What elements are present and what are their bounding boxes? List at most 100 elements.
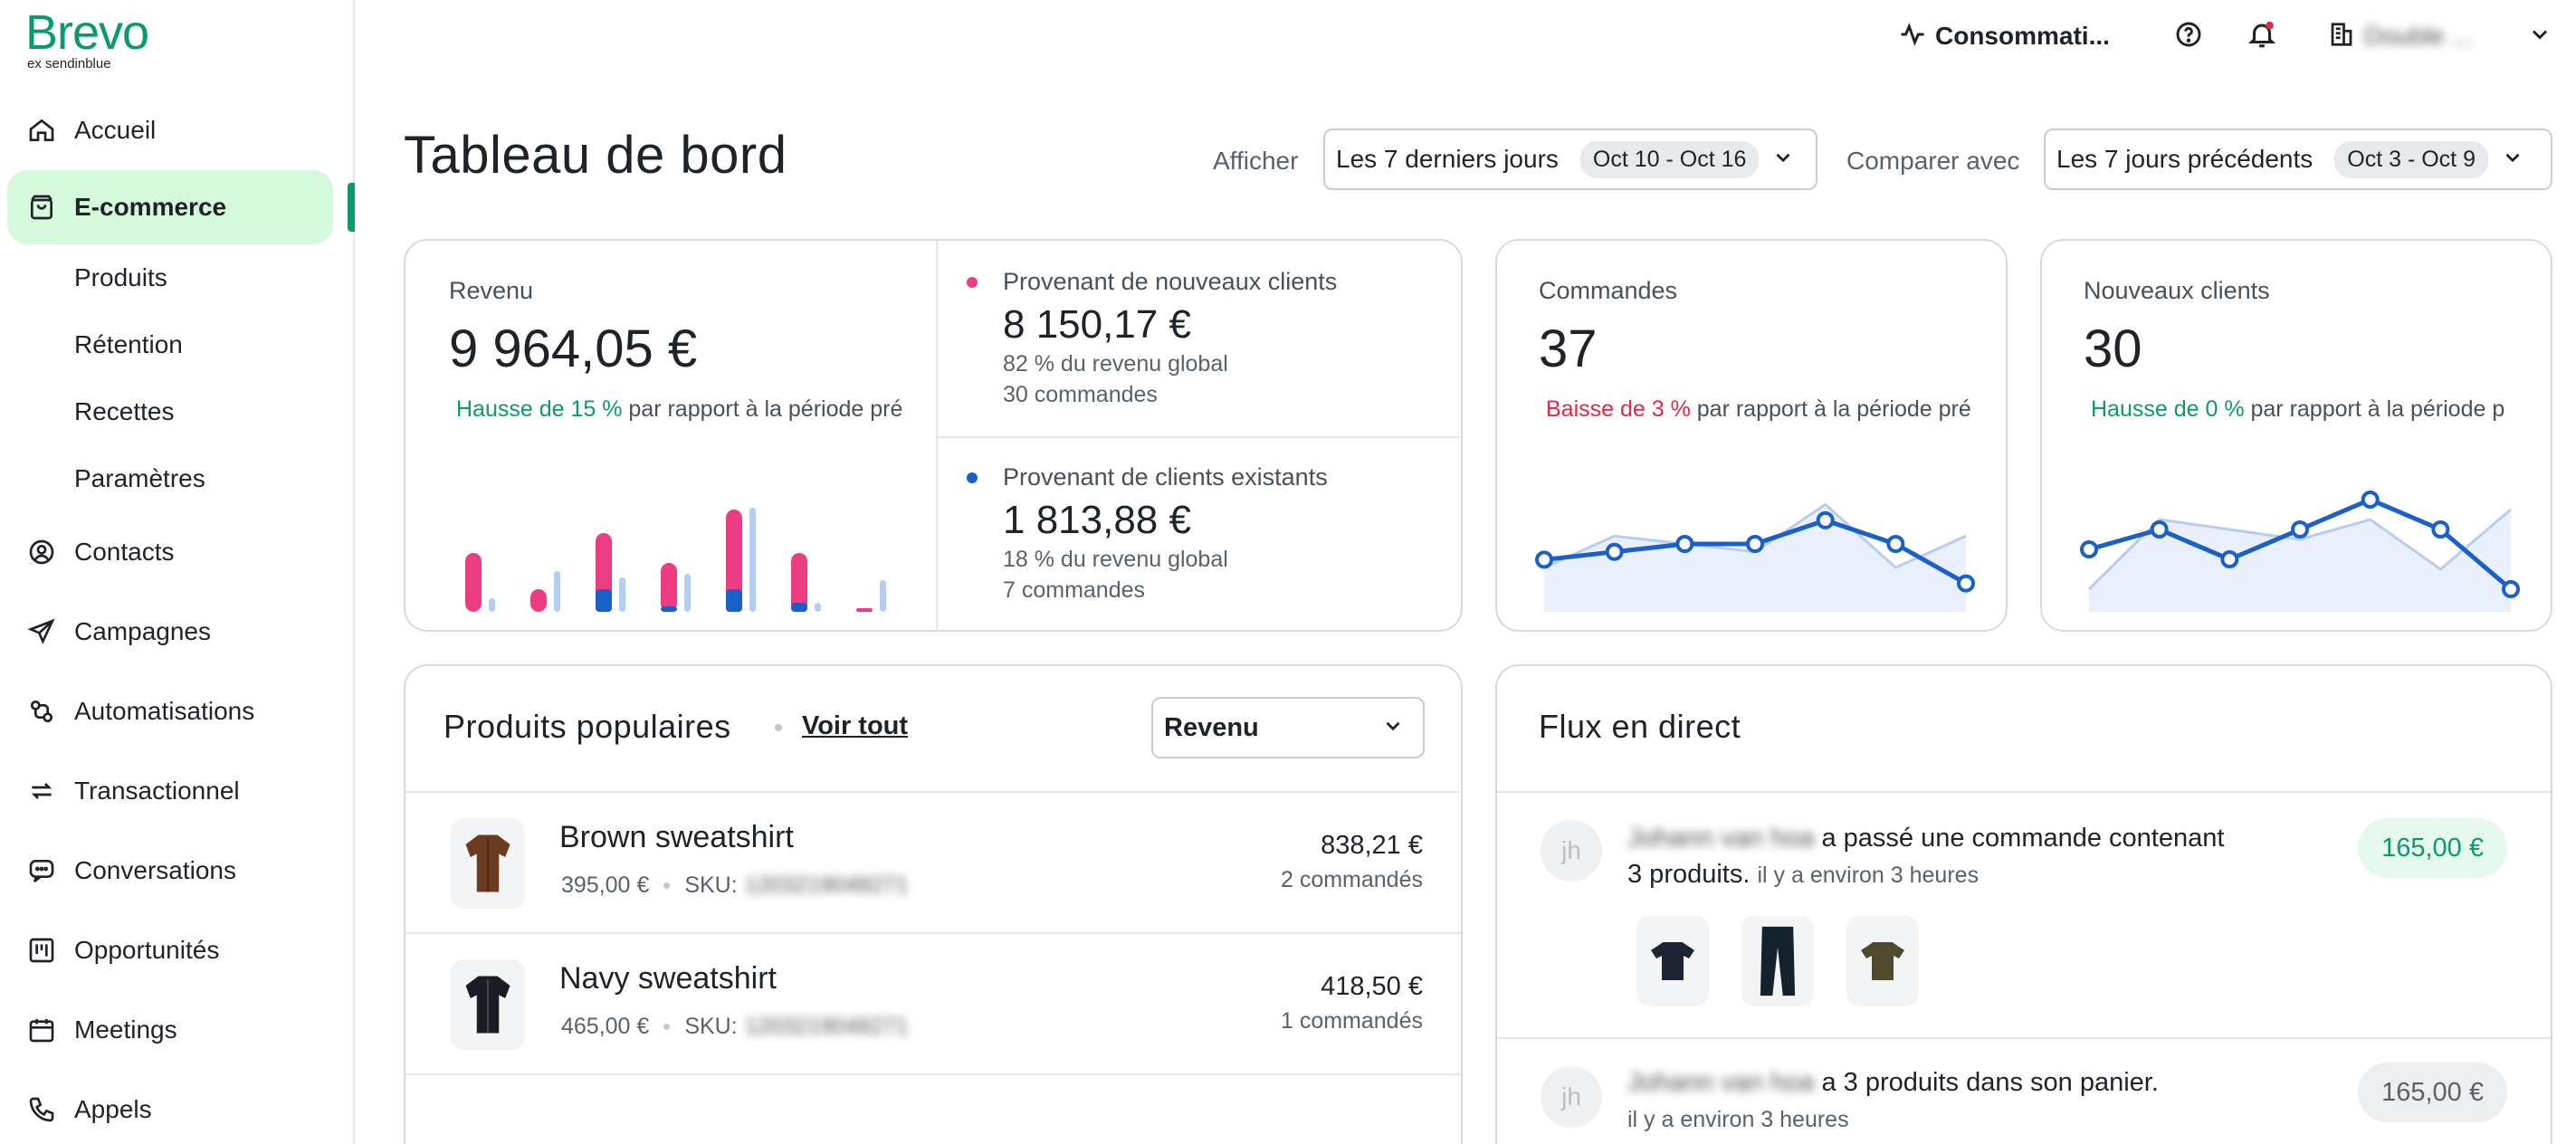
product-row[interactable]: Navy sweatshirt 465,00 € SKU: 1203219048… xyxy=(405,932,1461,1073)
bar-previous-period xyxy=(815,603,821,612)
sidebar-item-campagnes[interactable]: Campagnes xyxy=(0,592,355,672)
sidebar-item-label: Appels xyxy=(74,1095,152,1123)
sidebar-item-opportunites[interactable]: Opportunités xyxy=(0,910,355,990)
bar-new-clients xyxy=(465,553,482,612)
bar-previous-period xyxy=(489,598,495,612)
feed-action: a 3 produits dans son panier. xyxy=(1821,1068,2159,1097)
help-icon xyxy=(2174,20,2203,53)
help-button[interactable] xyxy=(2174,16,2203,56)
pants-icon xyxy=(1760,926,1796,996)
sidebar-item-label: Conversations xyxy=(74,856,236,884)
bar-new-clients xyxy=(661,563,677,612)
product-price: 465,00 € xyxy=(561,1014,650,1039)
activity-icon xyxy=(1899,21,1926,52)
notifications-button[interactable] xyxy=(2247,16,2277,56)
view-all-link[interactable]: Voir tout xyxy=(802,711,908,741)
product-meta: 465,00 € SKU: 1203219048271 xyxy=(561,1014,908,1040)
separator-dot xyxy=(663,1024,671,1030)
active-indicator xyxy=(348,183,355,232)
shopping-bag-icon xyxy=(25,191,58,224)
customer-name: Johann van hoa xyxy=(1627,824,1815,853)
existing-clients-value: 1 813,88 € xyxy=(1003,498,1191,542)
product-sku: 1203219048271 xyxy=(744,1014,909,1039)
sidebar-subitem-produits[interactable]: Produits xyxy=(0,244,355,311)
order-amount-badge: 165,00 € xyxy=(2358,818,2507,878)
building-icon xyxy=(2328,21,2355,52)
feed-item[interactable]: jh Johann van hoa a passé une commande c… xyxy=(1497,791,2551,1037)
separator-dot xyxy=(775,724,782,731)
new-clients-share: 82 % du revenu global xyxy=(1003,351,1228,377)
feed-item[interactable]: jh Johann van hoa a 3 produits dans son … xyxy=(1497,1037,2551,1144)
sort-select[interactable]: Revenu xyxy=(1151,697,1425,758)
sweatshirt-icon xyxy=(465,976,510,1034)
sidebar-item-label: Meetings xyxy=(74,1015,177,1044)
product-price: 395,00 € xyxy=(561,872,650,898)
sidebar-subitem-recettes[interactable]: Recettes xyxy=(0,378,355,445)
new-clients-orders: 30 commandes xyxy=(1003,382,1158,407)
logo-wordmark: Brevo xyxy=(25,5,149,60)
orders-trend: Baisse de 3 % par rapport à la période p… xyxy=(1546,396,1980,423)
compare-value: Les 7 jours précédents xyxy=(2056,145,2314,173)
avatar: jh xyxy=(1541,1066,1602,1128)
revenue-label: Revenu xyxy=(449,277,534,304)
tshirt-icon xyxy=(1651,942,1694,980)
revenue-trend: Hausse de 15 % par rapport à la période … xyxy=(456,396,909,423)
sidebar-item-transactionnel[interactable]: Transactionnel xyxy=(0,751,355,831)
trend-text: par rapport à la période pré xyxy=(622,396,903,422)
sidebar-item-automatisations[interactable]: Automatisations xyxy=(0,672,355,751)
orders-value: 37 xyxy=(1539,319,1598,378)
product-name: Navy sweatshirt xyxy=(559,961,777,996)
popular-products-card: Produits populaires Voir tout Revenu Bro… xyxy=(404,664,1463,1144)
product-name: Brown sweatshirt xyxy=(559,820,794,854)
sidebar-item-appels[interactable]: Appels xyxy=(0,1070,355,1144)
sidebar-item-accueil[interactable]: Accueil xyxy=(0,91,355,170)
compare-select[interactable]: Les 7 jours précédents Oct 3 - Oct 9 xyxy=(2044,129,2552,190)
home-icon xyxy=(25,114,58,147)
brevo-logo[interactable]: Brevo ex sendinblue xyxy=(25,5,149,72)
card-divider xyxy=(938,436,1461,438)
bar-existing-clients xyxy=(661,606,677,612)
transfer-icon xyxy=(25,775,58,807)
sort-value: Revenu xyxy=(1164,712,1259,742)
product-orders: 1 commandés xyxy=(1280,1008,1423,1034)
revenue-value: 9 964,05 € xyxy=(449,319,698,378)
product-row[interactable]: Brown sweatshirt 395,00 € SKU: 120321904… xyxy=(405,791,1461,932)
chevron-down-icon xyxy=(2501,146,2524,174)
bell-icon xyxy=(2247,19,2277,54)
account-switcher[interactable]: Double ... xyxy=(2328,16,2552,56)
sidebar-subitem-retention[interactable]: Rétention xyxy=(0,311,355,378)
new-customers-label: Nouveaux clients xyxy=(2084,277,2270,304)
feed-text: Johann van hoa a 3 produits dans son pan… xyxy=(1627,1064,2279,1138)
sidebar-item-conversations[interactable]: Conversations xyxy=(0,831,355,910)
bar-new-clients xyxy=(530,589,547,612)
product-revenue: 418,50 € xyxy=(1321,972,1423,1001)
existing-clients-dot xyxy=(967,472,978,483)
product-thumbnail xyxy=(1741,916,1814,1006)
revenue-bar-chart xyxy=(465,508,886,612)
sidebar-item-meetings[interactable]: Meetings xyxy=(0,990,355,1070)
existing-clients-orders: 7 commandes xyxy=(1003,577,1146,603)
avatar: jh xyxy=(1541,820,1602,882)
data-point xyxy=(1675,535,1694,553)
data-point xyxy=(1886,535,1905,553)
sidebar-item-ecommerce[interactable]: E-commerce xyxy=(7,170,355,244)
usage-button[interactable]: Consommati... xyxy=(1899,16,2110,56)
sidebar-item-label: Transactionnel xyxy=(74,777,240,805)
product-thumbnail xyxy=(451,818,525,909)
sidebar-item-label: Campagnes xyxy=(74,617,211,645)
sidebar-item-label: Contacts xyxy=(74,538,175,566)
period-select[interactable]: Les 7 derniers jours Oct 10 - Oct 16 xyxy=(1323,129,1818,190)
data-point xyxy=(1746,535,1764,553)
sidebar-subitem-parametres[interactable]: Paramètres xyxy=(0,445,355,512)
data-point xyxy=(2220,550,2239,568)
trend-percentage: Hausse de 0 % xyxy=(2091,396,2245,422)
existing-clients-share: 18 % du revenu global xyxy=(1003,547,1228,572)
new-clients-dot xyxy=(967,277,978,288)
sku-label: SKU: xyxy=(684,1014,738,1039)
sidebar-item-label: Opportunités xyxy=(74,936,220,964)
calendar-icon xyxy=(25,1014,58,1046)
new-customers-card: Nouveaux clients 30 Hausse de 0 % par ra… xyxy=(2040,239,2552,632)
chevron-down-icon xyxy=(1771,146,1795,174)
sidebar-item-contacts[interactable]: Contacts xyxy=(0,512,355,592)
feed-time: il y a environ 3 heures xyxy=(1757,863,1980,888)
